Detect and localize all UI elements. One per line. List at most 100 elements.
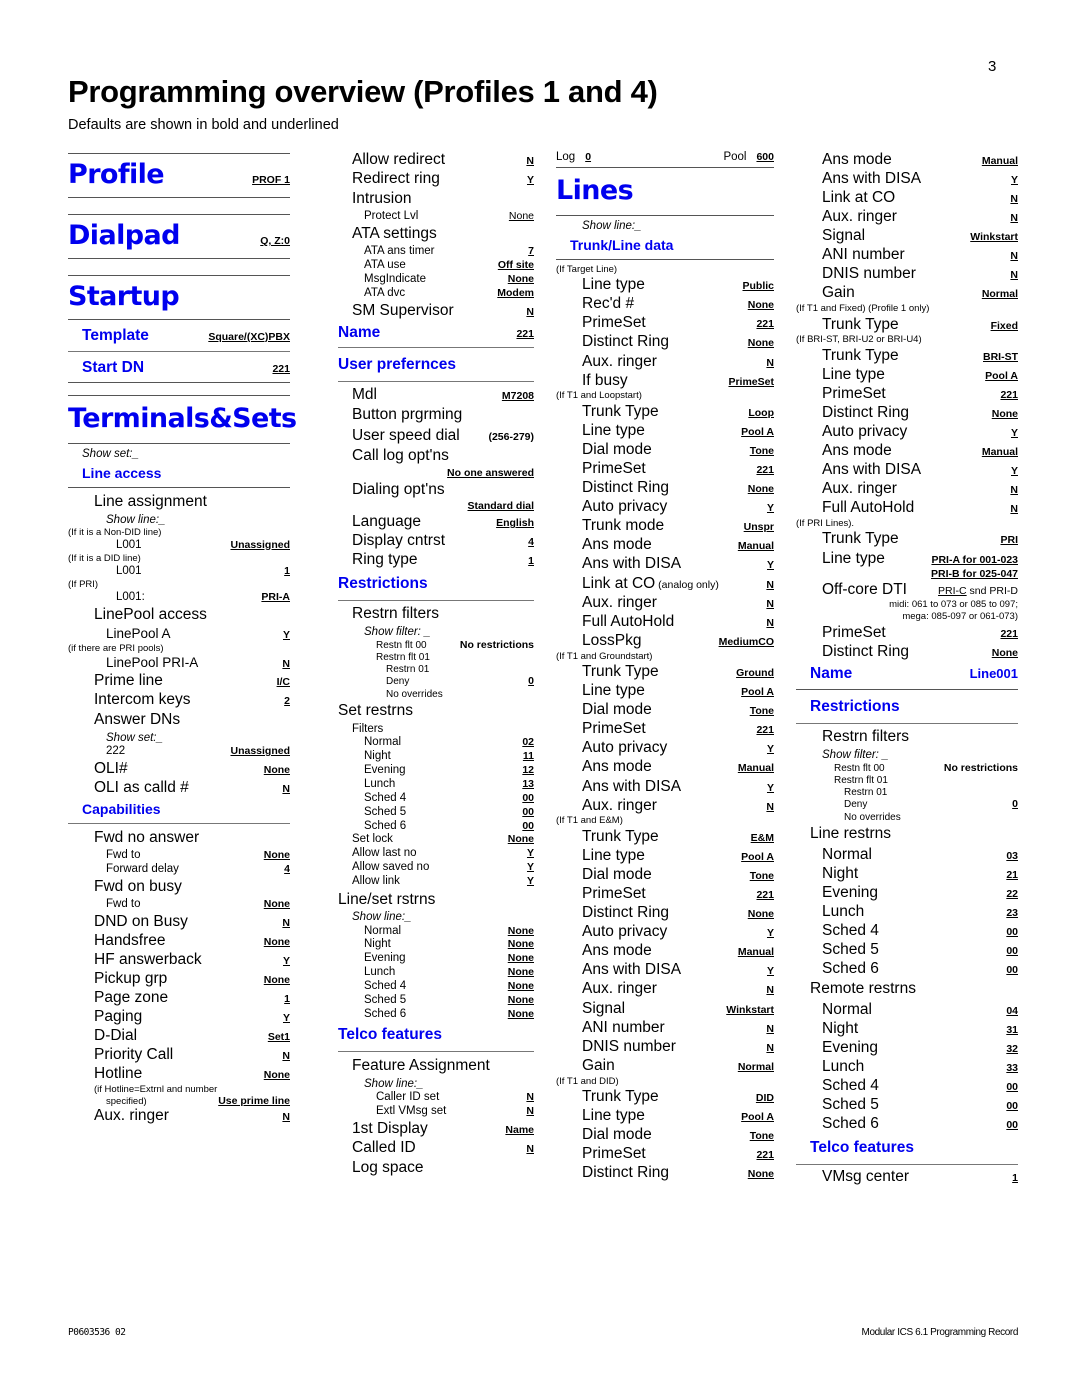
- ata-ans-timer-label: ATA ans timer: [364, 245, 435, 258]
- table-row: Normal None: [338, 924, 534, 938]
- msgindicate-row: MsgIndicate None: [338, 273, 534, 287]
- row-value: Normal: [981, 288, 1018, 301]
- line-assignment-label: Line assignment: [94, 492, 207, 510]
- table-row: Evening 22: [796, 883, 1018, 902]
- page-zone-label: Page zone: [94, 989, 169, 1007]
- table-row: Line type Pool A: [556, 846, 774, 865]
- language-row: Language English: [338, 512, 534, 531]
- table-row: Sched 6 00: [338, 819, 534, 833]
- row-label: Full AutoHold: [582, 612, 675, 630]
- table-row: Link at CO (analog only) N: [556, 574, 774, 593]
- row-value: 221: [756, 464, 774, 477]
- protect-lvl-value: None: [508, 209, 534, 222]
- table-row: Line type Public: [556, 275, 774, 294]
- note-t1-loopstart: (If T1 and Loopstart): [556, 390, 642, 402]
- table-row: Auto privacy Y: [556, 922, 774, 941]
- row-label: PrimeSet: [822, 384, 886, 402]
- table-row: Distinct Ring None: [556, 1164, 774, 1183]
- line-restrictions-heading: Restrictions: [810, 697, 900, 715]
- row-label: Normal: [822, 1000, 872, 1018]
- divider: [68, 275, 290, 276]
- offcore-dti-row: Off-core DTI PRI-C snd PRI-D: [796, 580, 1018, 599]
- table-row: Normal 04: [796, 1000, 1018, 1019]
- row-value: None: [747, 337, 774, 350]
- log-pool-row: Log 0 Pool 600: [556, 150, 774, 164]
- row-value: 00: [1006, 1100, 1018, 1113]
- row-value: Y: [1010, 427, 1018, 440]
- row-value: None: [747, 483, 774, 496]
- row-value: 221: [756, 724, 774, 737]
- first-display-value: Name: [505, 1123, 534, 1136]
- row-label: Sched 6: [822, 1115, 879, 1133]
- table-row: Trunk Type BRI-ST: [796, 346, 1018, 365]
- restrn-01-label: Restrn 01: [386, 664, 430, 676]
- row-value: None: [507, 1007, 534, 1020]
- row-label: Link at CO (analog only): [582, 574, 719, 592]
- line-restrns-label: Line restrns: [810, 824, 891, 842]
- linepool-a-row: LinePool A Y: [68, 626, 290, 643]
- row-label: Trunk Type: [582, 402, 659, 420]
- row-value: Winkstart: [970, 231, 1018, 244]
- table-row: Aux. ringer N: [556, 352, 774, 371]
- divider: [68, 443, 290, 444]
- ata-ans-timer-value: 7: [528, 245, 534, 258]
- line-deny-value: 0: [1012, 798, 1018, 811]
- divider: [68, 319, 290, 320]
- called-id-row: Called ID N: [338, 1138, 534, 1157]
- divider: [556, 259, 774, 261]
- forward-delay-row: Forward delay 4: [68, 863, 290, 877]
- divider: [338, 347, 534, 349]
- intercom-keys-row: Intercom keys 2: [68, 690, 290, 709]
- offcore-dti-value-underline: PRI-C: [938, 584, 967, 597]
- divider: [68, 823, 290, 825]
- row-value: Pool A: [741, 850, 774, 863]
- set-restrns-label: Set restrns: [338, 701, 413, 719]
- row-value: Y: [766, 743, 774, 756]
- line-restrns-rows: Normal 03 Night 21 Evening 22 Lunch 23 Sched 4 00…: [796, 845, 1018, 979]
- user-speed-dial-label: User speed dial: [352, 426, 460, 444]
- table-row: PrimeSet 221: [556, 884, 774, 903]
- restrn-filters-label: Restrn filters: [352, 605, 439, 623]
- row-value: Y: [766, 781, 774, 794]
- row-label: PrimeSet: [582, 720, 646, 738]
- fwd-to-2-row: Fwd to None: [68, 898, 290, 912]
- divider: [68, 395, 290, 396]
- hf-answerback-label: HF answerback: [94, 950, 202, 968]
- table-row: Ans mode Manual: [556, 758, 774, 777]
- row-value: N: [1010, 503, 1018, 516]
- row-label-note: (analog only): [655, 578, 719, 591]
- filters-label: Filters: [352, 722, 384, 735]
- handsfree-label: Handsfree: [94, 931, 166, 949]
- offcore-dti-value-rest: snd PRI-D: [966, 584, 1018, 597]
- row-value: Ground: [736, 666, 774, 679]
- language-label: Language: [352, 513, 421, 531]
- pri-primeset-label: PrimeSet: [822, 623, 886, 641]
- row-label: Ans mode: [822, 442, 892, 460]
- table-row: Distinct Ring None: [796, 403, 1018, 422]
- row-label: ANI number: [822, 246, 905, 264]
- table-row: LossPkg MediumCO: [556, 631, 774, 650]
- pri-trunk-type-row: Trunk Type PRI: [796, 530, 1018, 549]
- pickup-grp-row: Pickup grp None: [68, 969, 290, 988]
- fwd-on-busy-label: Fwd on busy: [94, 878, 182, 896]
- row-value: Y: [766, 927, 774, 940]
- t1-loopstart-rows: Trunk Type Loop Line type Pool A Dial mode To…: [556, 402, 774, 650]
- row-value: Manual: [737, 540, 774, 553]
- restrn-flt-01-label: Restrn flt 01: [376, 651, 430, 663]
- language-value: English: [496, 517, 534, 530]
- table-row: Distinct Ring None: [556, 478, 774, 497]
- template-row: Template Square/(XC)PBX: [68, 323, 290, 348]
- row-value: Normal: [737, 1060, 774, 1073]
- row-value: 02: [522, 736, 534, 749]
- footer-document-code: P0603536 02: [68, 1327, 126, 1338]
- pickup-grp-value: None: [263, 973, 290, 986]
- ring-type-label: Ring type: [352, 551, 418, 569]
- intercom-keys-value: 2: [284, 695, 290, 708]
- dialpad-section: Dialpad Q, Z:0: [68, 218, 290, 255]
- row-label: ANI number: [582, 1018, 665, 1036]
- note-t1-em: (If T1 and E&M): [556, 815, 623, 827]
- line-restn-flt-00-row: Restn flt 00 No restrictions: [796, 762, 1018, 774]
- oli-calld-value: N: [282, 782, 290, 795]
- linepool-access-label: LinePool access: [94, 606, 207, 624]
- line-show-filter-prompt: Show filter: _: [822, 749, 889, 762]
